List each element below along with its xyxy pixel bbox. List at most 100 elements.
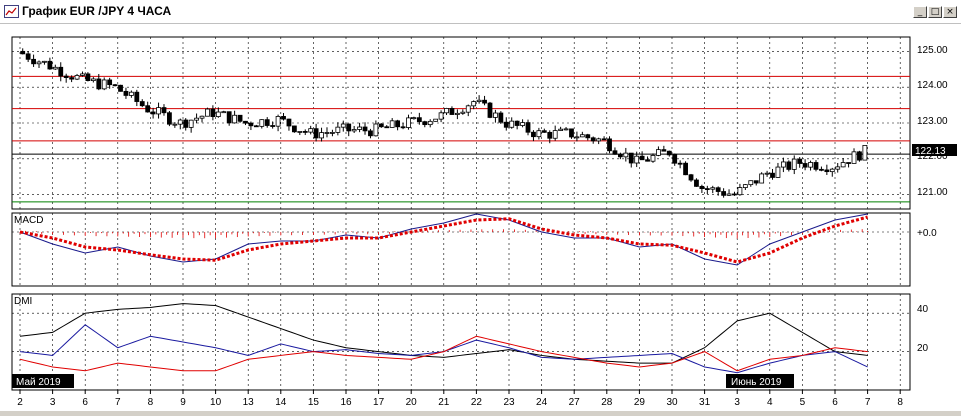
candle-body	[330, 132, 335, 134]
candle-body	[188, 119, 194, 128]
candle-body	[368, 130, 373, 137]
price-tick-label: 125.00	[917, 45, 948, 56]
current-price-label: 122.13	[915, 146, 946, 157]
candle-body	[737, 187, 743, 196]
candle-body	[683, 162, 688, 176]
candle-body	[199, 115, 205, 119]
candle-body	[422, 121, 428, 126]
x-axis-tick-label: 30	[666, 397, 678, 408]
candle-body	[824, 169, 830, 173]
candle-body	[786, 161, 792, 170]
candle-body	[596, 138, 602, 142]
macd-panel-label: MACD	[14, 215, 43, 226]
candle-body	[85, 73, 91, 82]
candle-body	[840, 162, 846, 168]
candle-body	[351, 129, 357, 132]
candle-body	[63, 75, 69, 78]
candle-body	[645, 159, 650, 162]
candle-body	[25, 53, 31, 60]
candle-body	[47, 60, 53, 70]
candle-body	[585, 134, 591, 139]
candle-body	[357, 126, 362, 130]
x-axis-tick-label: 20	[406, 397, 418, 408]
chart-area[interactable]: 125.00 124.00 123.00 122.00 121.00 122.1…	[0, 24, 961, 411]
candle-body	[672, 154, 678, 164]
candle-body	[123, 90, 129, 96]
candle-body	[813, 162, 819, 170]
candle-body	[433, 118, 439, 122]
candle-body	[748, 180, 754, 186]
x-axis-tick-label: 7	[115, 397, 121, 408]
candle-body	[156, 107, 161, 115]
candle-body	[639, 155, 645, 161]
candle-body	[520, 122, 525, 126]
candle-body	[579, 134, 585, 138]
candle-body	[319, 132, 324, 139]
candle-body	[36, 61, 42, 65]
candle-body	[308, 128, 314, 133]
candle-body	[270, 125, 276, 127]
minimize-button[interactable]: _	[913, 6, 927, 18]
candle-body	[438, 112, 444, 120]
x-axis-tick-label: 5	[800, 397, 806, 408]
candle-body	[74, 75, 80, 80]
candle-body	[552, 130, 558, 139]
candle-body	[541, 130, 547, 133]
candle-body	[775, 166, 781, 178]
candle-body	[324, 132, 330, 134]
candle-body	[558, 128, 564, 131]
x-axis-tick-label: 21	[438, 397, 450, 408]
candle-body	[194, 117, 199, 121]
candle-body	[101, 79, 107, 90]
candle-body	[536, 130, 542, 138]
candle-body	[726, 193, 732, 196]
candle-body	[699, 185, 705, 189]
candle-body	[710, 187, 716, 190]
candle-body	[661, 149, 667, 152]
candle-body	[503, 121, 509, 128]
candle-body	[628, 152, 634, 164]
maximize-button[interactable]: □	[928, 6, 942, 18]
x-axis-tick-label: 15	[308, 397, 320, 408]
candle-body	[167, 112, 172, 125]
price-tick-label: 123.00	[917, 116, 948, 127]
chart-canvas[interactable]: 125.00 124.00 123.00 122.00 121.00 122.1…	[0, 24, 961, 411]
candle-body	[688, 174, 694, 181]
close-button[interactable]: ×	[943, 6, 957, 18]
candle-body	[237, 114, 243, 122]
candle-body	[161, 107, 167, 114]
month-label-june: Июнь 2019	[731, 377, 782, 388]
candle-body	[69, 77, 75, 80]
x-axis-tick-label: 14	[275, 397, 287, 408]
candle-body	[389, 120, 395, 128]
candle-body	[264, 119, 270, 126]
x-axis-tick-label: 29	[634, 397, 646, 408]
x-axis-tick-label: 24	[536, 397, 548, 408]
candle-body	[471, 101, 477, 107]
candle-body	[145, 105, 151, 113]
candle-body	[248, 122, 254, 127]
x-axis-tick-label: 22	[471, 397, 483, 408]
candle-body	[857, 151, 862, 161]
x-axis-tick-label: 8	[148, 397, 154, 408]
x-axis-tick-label: 7	[865, 397, 871, 408]
candle-body	[514, 120, 520, 126]
candle-body	[770, 172, 775, 178]
candle-body	[253, 125, 259, 128]
candle-body	[20, 50, 26, 55]
candle-body	[846, 162, 851, 164]
candle-body	[704, 188, 710, 190]
chart-app-icon	[4, 5, 19, 18]
candle-body	[759, 173, 765, 184]
candle-body	[96, 78, 102, 90]
candle-body	[525, 122, 531, 133]
candle-body	[547, 131, 553, 139]
month-label-may: Май 2019	[16, 377, 61, 388]
x-axis-tick-label: 3	[50, 397, 56, 408]
candle-body	[797, 158, 803, 164]
candle-body	[128, 91, 134, 96]
candle-body	[677, 162, 683, 165]
candle-body	[221, 111, 227, 114]
x-axis-tick-label: 13	[243, 397, 255, 408]
candle-body	[802, 163, 808, 168]
